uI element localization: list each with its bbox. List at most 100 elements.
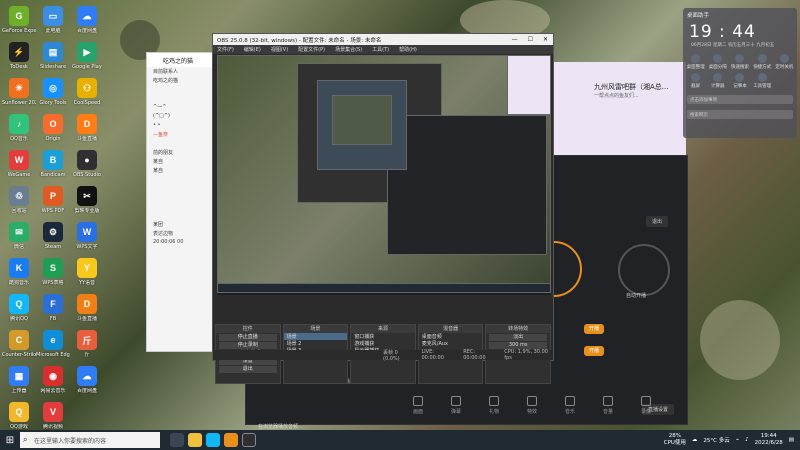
source-item[interactable]: 游戏捕获 (351, 340, 415, 347)
widget-tool[interactable]: 快捷方式 (753, 54, 772, 70)
obs-window[interactable]: OBS 25.0.8 (32-bit, windows) - 配置文件: 未命名… (212, 33, 554, 384)
exit-button[interactable]: 退出 (646, 216, 669, 227)
windows-start-icon[interactable]: ⊞ (0, 430, 20, 450)
bottom-tool-button[interactable]: 音乐 (558, 396, 582, 415)
control-button[interactable]: 停止录制 (219, 342, 277, 349)
qq-contact-row[interactable]: • • (147, 121, 217, 130)
desktop-icon[interactable]: G GeForce Experience (2, 6, 36, 34)
close-icon[interactable]: ✕ (543, 36, 548, 43)
desktop-icon[interactable]: ✂ 剪映专业版 (70, 186, 104, 214)
desktop-icon[interactable]: V 腾讯视频 (36, 402, 70, 430)
bottom-tool-button[interactable]: 礼物 (482, 396, 506, 415)
widget-tool[interactable]: 桌面分隔 (708, 54, 727, 70)
qq-contact-row[interactable]: 某自 (147, 166, 217, 175)
obs-menu-item[interactable]: 工具(T) (372, 46, 389, 53)
widget-tool[interactable]: 工具管理 (753, 73, 772, 89)
volume-icon[interactable]: ♪ (745, 437, 749, 443)
maximize-icon[interactable]: ☐ (528, 36, 533, 43)
qq-contact-row[interactable] (147, 139, 217, 148)
widget-tool[interactable]: 定时关机 (775, 54, 794, 70)
network-icon[interactable]: ⌁ (736, 437, 739, 443)
desktop-icon[interactable]: Y YY语音 (70, 258, 104, 286)
go-live-button-1[interactable]: 开播 (584, 324, 604, 334)
desktop-icon[interactable]: Q 腾讯QQ (2, 294, 36, 322)
auto-live-circle[interactable] (618, 244, 670, 296)
desktop-icon[interactable]: ☁ 百度网盘 (70, 6, 104, 34)
obs-menu-item[interactable]: 帮助(H) (399, 46, 417, 53)
live-tool-taskbar-icon[interactable] (224, 433, 238, 447)
qq-taskbar-icon[interactable] (206, 433, 220, 447)
desktop-icon[interactable]: C Counter-Strike Global (2, 330, 36, 358)
desktop-icon[interactable]: ✉ 微信 (2, 222, 36, 250)
obs-menu-item[interactable]: 视图(V) (271, 46, 288, 53)
qq-contact-row[interactable]: 目前联系人 (147, 67, 217, 76)
desktop-icon[interactable]: D 斗鱼直播 (70, 114, 104, 142)
bottom-tool-button[interactable]: 弹幕 (444, 396, 468, 415)
status-item[interactable]: REC: 00:00:00 (463, 349, 496, 361)
desktop-icon[interactable]: e Microsoft Edge (36, 330, 70, 358)
desktop-assistant-widget[interactable]: 桌面助手 19 : 44 06月28日 星期二 农历五月三十 九月初五 桌面整理… (683, 8, 797, 138)
bottom-tool-button[interactable]: 特效 (520, 396, 544, 415)
control-button[interactable]: 停止直播 (219, 334, 277, 341)
qq-contact-row[interactable]: 表达边物 (147, 229, 217, 238)
obs-preview[interactable] (217, 55, 551, 295)
widget-search[interactable]: 搜索网页 (687, 110, 793, 119)
qq-contact-row[interactable] (147, 202, 217, 211)
desktop-icon[interactable]: K 酷狗音乐 (2, 258, 36, 286)
widget-tool[interactable]: 计算器 (708, 73, 727, 89)
duration-field[interactable]: 300 ms (489, 342, 547, 349)
desktop-icon[interactable]: S WPS表格 (36, 258, 70, 286)
desktop-icon[interactable]: 斤斤 (70, 330, 104, 358)
qq-contact-row[interactable] (147, 193, 217, 202)
desktop-icon[interactable]: B Bandicam (36, 150, 70, 178)
status-item[interactable]: 丢帧 0 (0.0%) (383, 349, 413, 362)
scene-item[interactable]: 场景 2 (284, 340, 348, 347)
desktop-icon[interactable]: ♲ 回收站 (2, 186, 36, 214)
widget-tool[interactable]: 快速搜索 (730, 54, 749, 70)
desktop-icon[interactable]: ☀ Sunflower 2020 (2, 78, 36, 106)
obs-taskbar-icon[interactable] (242, 433, 256, 447)
status-item[interactable]: CPU: 1.9%, 30.00 fps (504, 349, 553, 361)
desktop-icon[interactable]: D 斗鱼直播 (70, 294, 104, 322)
bottom-tool-button[interactable]: 画面 (406, 396, 430, 415)
desktop-icon[interactable]: W WPS文字 (70, 222, 104, 250)
obs-menu-item[interactable]: 场景集合(S) (335, 46, 362, 53)
obs-menu-item[interactable]: 配置文件(P) (298, 46, 325, 53)
notification-icon[interactable]: ▤ (789, 437, 794, 443)
desktop-icon[interactable]: W WeGame (2, 150, 36, 178)
desktop-icon[interactable]: ▤ Slideshare (36, 42, 70, 70)
qq-contact-row[interactable] (147, 94, 217, 103)
mixer-channel[interactable]: 麦克风/Aux (419, 340, 483, 347)
task-view-icon[interactable] (170, 433, 184, 447)
widget-tool[interactable]: 截屏 (686, 73, 705, 89)
bottom-tool-button[interactable]: 录像 (634, 396, 658, 415)
desktop-icon[interactable]: ▭ 此电脑 (36, 6, 70, 34)
desktop-icon[interactable]: F FB (36, 294, 70, 322)
file-explorer-icon[interactable] (188, 433, 202, 447)
status-item[interactable]: LIVE: 00:00:00 (421, 349, 455, 361)
qq-contact-row[interactable] (147, 184, 217, 193)
qq-contact-row[interactable]: (^□^) (147, 112, 217, 121)
group-chat-window[interactable]: 九州风雷吧群（湘A总... 一帮点点的鱼友们... (554, 62, 686, 162)
taskbar-clock[interactable]: 19:44 2022/6/28 (755, 433, 783, 447)
qq-contact-row[interactable] (147, 85, 217, 94)
qq-contact-row[interactable] (147, 175, 217, 184)
qq-chat-window[interactable]: 吃鸡之的猫 目前联系人 吃鸡之的猫 ^—^ (^□^) • • —鱼奈 前的朋友 某自 某自 某团… (146, 52, 218, 352)
qq-contact-row[interactable] (147, 211, 217, 220)
desktop-icon[interactable]: ⚇ CoolSpeed (70, 78, 104, 106)
control-button[interactable]: 退出 (219, 366, 277, 373)
obs-menu-item[interactable]: 编辑(E) (244, 46, 261, 53)
desktop-icon[interactable]: ☁ 百度网盘 (70, 366, 104, 394)
qq-contact-row[interactable]: 20:00:06 00 (147, 238, 217, 247)
desktop-icon[interactable]: ▶ Google Play (70, 42, 104, 70)
desktop-icon[interactable]: ◎ Glory Tools (36, 78, 70, 106)
qq-contact-row[interactable]: ^—^ (147, 103, 217, 112)
scene-item[interactable]: 场景 (283, 333, 348, 340)
widget-tool[interactable]: 记事本 (730, 73, 749, 89)
transition-select[interactable]: 淡出 (489, 334, 547, 341)
bottom-tool-button[interactable]: 音量 (596, 396, 620, 415)
qq-contact-row[interactable]: 前的朋友 (147, 148, 217, 157)
widget-todo[interactable]: 点击添加事项 (687, 95, 793, 104)
taskbar-search-box[interactable]: ⌕ 在这里输入你要搜索的内容 (20, 432, 160, 448)
desktop-icon[interactable]: ♪ QQ音乐 (2, 114, 36, 142)
